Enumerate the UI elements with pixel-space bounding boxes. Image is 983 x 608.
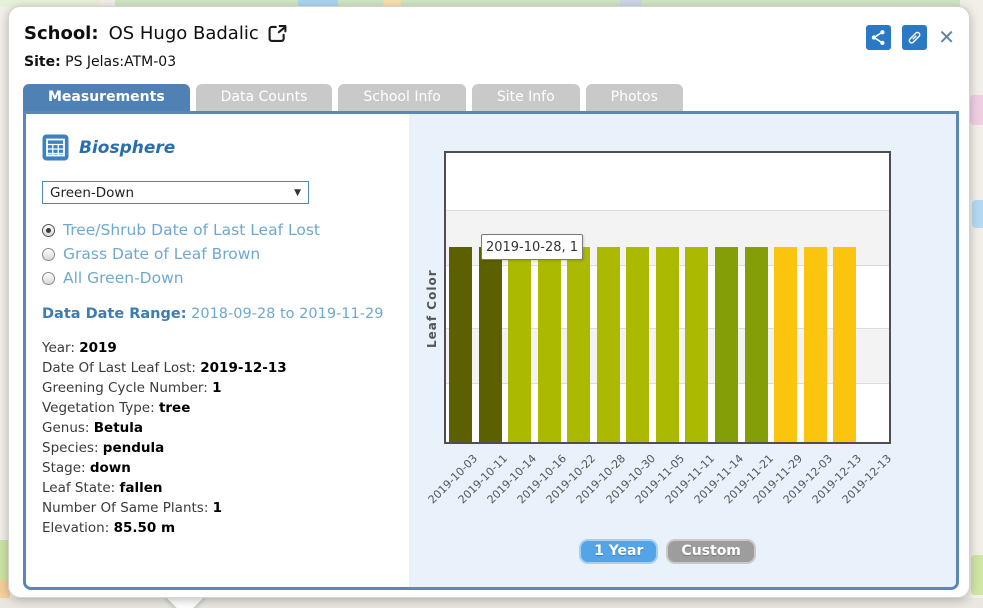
tab-data-counts[interactable]: Data Counts — [196, 84, 333, 111]
detail-species: Species: pendula — [42, 438, 401, 458]
table-icon — [42, 134, 69, 161]
chevron-down-icon: ▼ — [294, 188, 301, 198]
site-title: Site: PS Jelas:ATM-03 — [24, 54, 176, 70]
custom-button[interactable]: Custom — [666, 539, 755, 564]
radio-button-icon[interactable] — [42, 272, 55, 285]
bar-2019-10-16-3[interactable] — [538, 247, 561, 442]
tab-site-info[interactable]: Site Info — [472, 84, 580, 111]
site-popup: School: OS Hugo Badalic Site: PS Jelas:A… — [8, 6, 970, 598]
bar-2019-10-11-1[interactable] — [479, 247, 502, 442]
tab-measurements[interactable]: Measurements — [23, 84, 190, 111]
radio-label: Tree/Shrub Date of Last Leaf Lost — [63, 221, 320, 239]
bar-2019-11-29-11[interactable] — [774, 247, 797, 442]
radio-grass-date-of-leaf-brown[interactable]: Grass Date of Leaf Brown — [42, 242, 401, 266]
bar-2019-10-22-4[interactable] — [567, 247, 590, 442]
radio-label: All Green-Down — [63, 269, 184, 287]
sphere-header: Biosphere — [42, 134, 401, 161]
share-icon — [870, 29, 887, 46]
site-label: Site: — [24, 54, 61, 70]
date-range-value: 2018-09-28 to 2019-11-29 — [191, 306, 383, 322]
school-label: School: — [24, 23, 99, 44]
dropdown-value: Green-Down — [50, 185, 134, 201]
measurement-radio-group: Tree/Shrub Date of Last Leaf Lost Grass D… — [42, 218, 401, 290]
link-icon — [906, 29, 923, 46]
measurement-type-dropdown[interactable]: Green-Down ▼ — [42, 181, 309, 204]
tab-bar: MeasurementsData CountsSchool Info Site I… — [23, 84, 683, 111]
chart-tooltip: 2019-10-28, 1 — [481, 234, 583, 260]
tab-school-info[interactable]: School Info — [338, 84, 465, 111]
measurement-sidebar: Biosphere Green-Down ▼ Tree/Shrub Date o… — [26, 114, 409, 587]
map-fragment — [0, 598, 983, 608]
x-axis-labels: 2019-10-032019-10-112019-10-142019-10-16… — [446, 446, 893, 542]
detail-leaf-state: Leaf State: fallen — [42, 478, 401, 498]
leaf-color-chart: 2019-10-28, 1 — [444, 151, 891, 444]
popup-title: School: OS Hugo Badalic — [24, 23, 288, 44]
radio-button-icon[interactable] — [42, 224, 55, 237]
bar-2019-10-30-6[interactable] — [626, 247, 649, 442]
data-date-range: Data Date Range: 2018-09-28 to 2019-11-2… — [42, 306, 401, 322]
share-button[interactable] — [866, 25, 891, 50]
bar-2019-11-05-7[interactable] — [656, 247, 679, 442]
school-name: OS Hugo Badalic — [109, 23, 259, 44]
bar-2019-10-14-2[interactable] — [508, 247, 531, 442]
bar-2019-11-11-8[interactable] — [685, 247, 708, 442]
detail-date-of-last-leaf-lost: Date Of Last Leaf Lost: 2019-12-13 — [42, 358, 401, 378]
gridline — [446, 210, 889, 211]
chart-area: Leaf Color 2019-10-28, 1 2019-10-032019-… — [409, 114, 956, 587]
radio-tree-shrub-date-of-last-leaf-lost[interactable]: Tree/Shrub Date of Last Leaf Lost — [42, 218, 401, 242]
map-screen: { "popup": { "header": { "school_label":… — [0, 0, 983, 608]
detail-genus: Genus: Betula — [42, 418, 401, 438]
detail-number-of-same-plants: Number Of Same Plants: 1 — [42, 498, 401, 518]
popup-actions: ✕ — [866, 25, 955, 50]
radio-all-green-down[interactable]: All Green-Down — [42, 266, 401, 290]
bar-2019-12-03-12[interactable] — [804, 247, 827, 442]
map-fragment — [971, 555, 983, 595]
open-school-icon[interactable] — [267, 23, 288, 44]
bar-2019-12-13-13[interactable] — [833, 247, 856, 442]
close-icon[interactable]: ✕ — [938, 25, 955, 50]
date-range-label: Data Date Range: — [42, 306, 187, 322]
range-buttons: 1 Year Custom — [444, 539, 891, 564]
permalink-button[interactable] — [902, 25, 927, 50]
detail-stage: Stage: down — [42, 458, 401, 478]
radio-label: Grass Date of Leaf Brown — [63, 245, 260, 263]
detail-year: Year: 2019 — [42, 338, 401, 358]
detail-greening-cycle-number: Greening Cycle Number: 1 — [42, 378, 401, 398]
bar-2019-11-21-10[interactable] — [745, 247, 768, 442]
bar-2019-11-14-9[interactable] — [715, 247, 738, 442]
site-name: PS Jelas:ATM-03 — [65, 54, 176, 70]
bar-2019-10-03-0[interactable] — [449, 247, 472, 442]
sphere-title: Biosphere — [79, 138, 175, 158]
detail-elevation: Elevation: 85.50 m — [42, 518, 401, 538]
measurements-panel: Biosphere Green-Down ▼ Tree/Shrub Date o… — [23, 111, 959, 590]
detail-vegetation-type: Vegetation Type: tree — [42, 398, 401, 418]
radio-button-icon[interactable] — [42, 248, 55, 261]
map-fragment — [970, 95, 983, 125]
bar-2019-10-28-5[interactable] — [597, 247, 620, 442]
tab-photos[interactable]: Photos — [586, 84, 683, 111]
map-fragment — [972, 200, 983, 228]
1-year-button[interactable]: 1 Year — [579, 539, 658, 564]
measurement-details: Year: 2019Date Of Last Leaf Lost: 2019-1… — [42, 338, 401, 538]
y-axis-label: Leaf Color — [425, 269, 439, 348]
